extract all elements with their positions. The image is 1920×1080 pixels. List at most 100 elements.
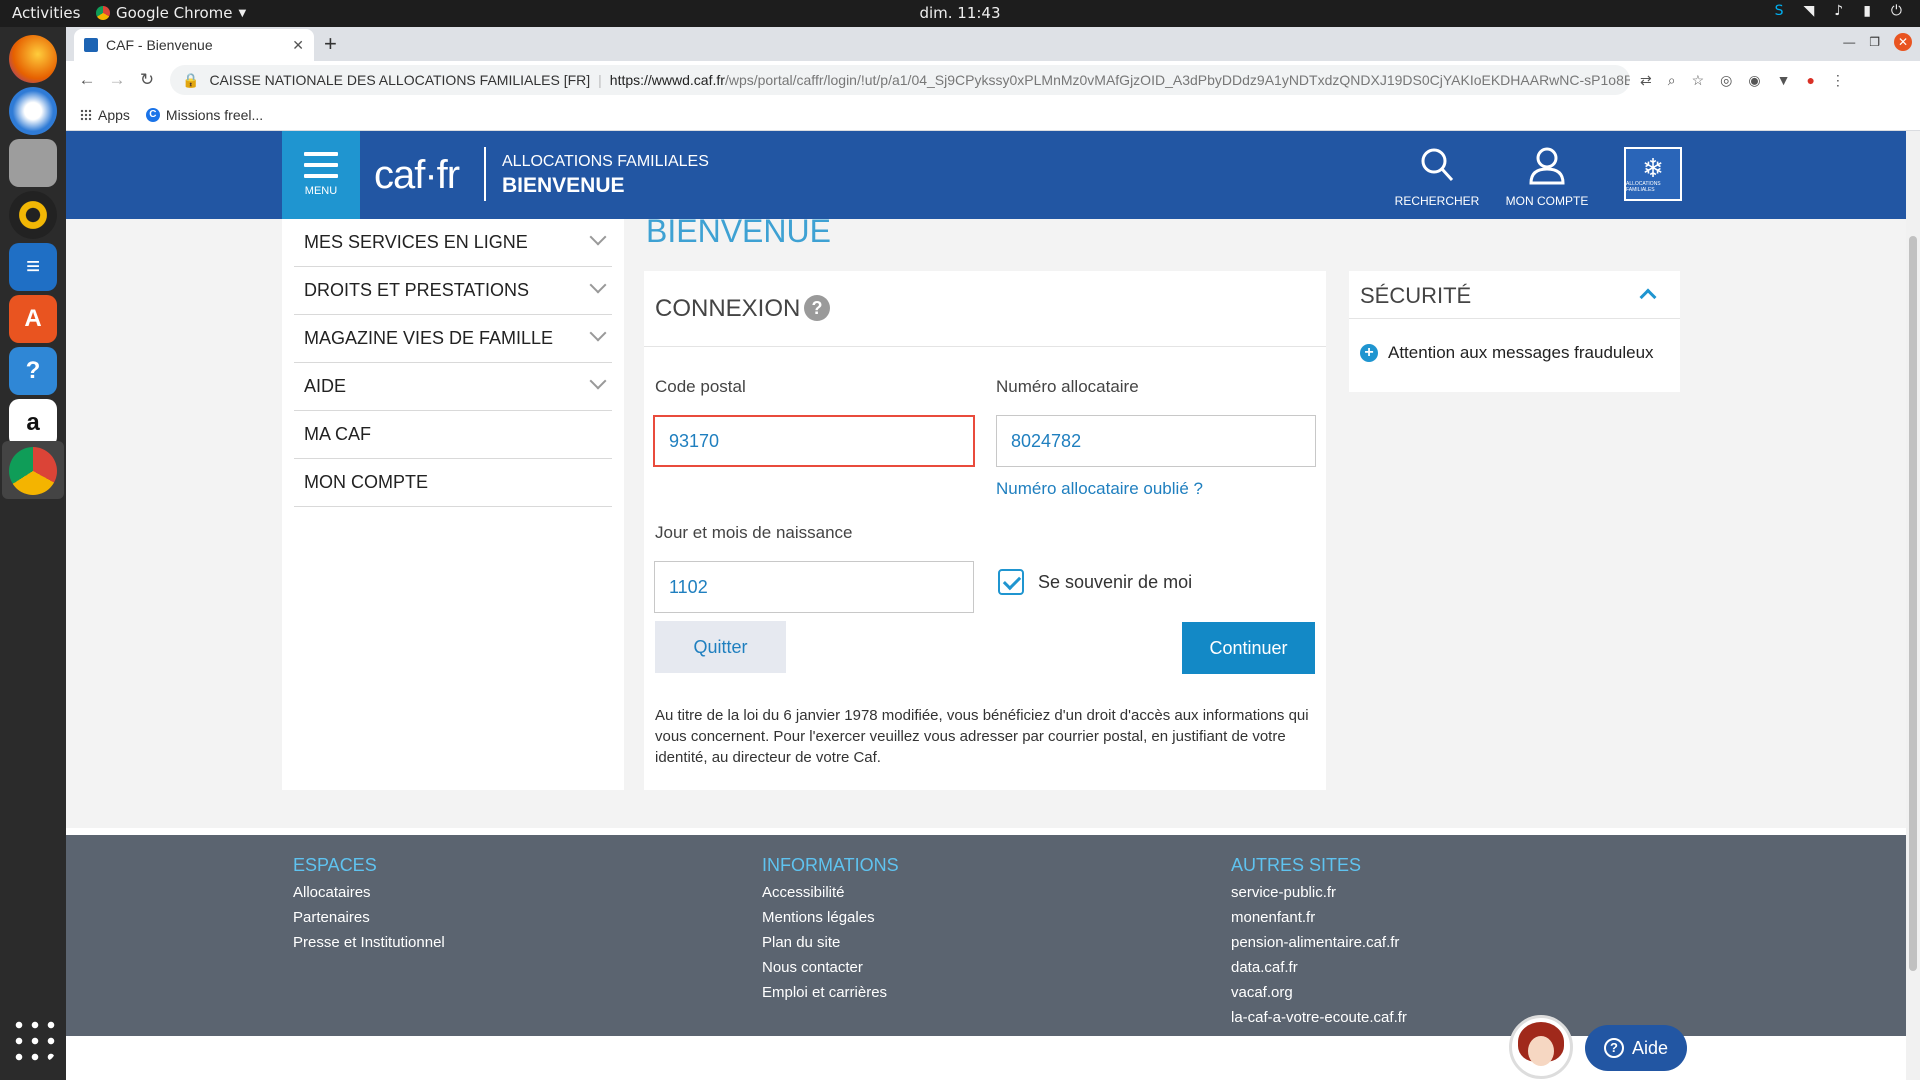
nav-item-aide[interactable]: AIDE (294, 363, 612, 411)
extension-icon[interactable]: ▼ (1777, 72, 1791, 89)
maximize-icon[interactable]: ❐ (1869, 35, 1880, 49)
system-tray[interactable]: S ◥ ♪ ▮ ⏻ (1775, 3, 1902, 19)
software-center-icon[interactable]: A (9, 295, 57, 343)
new-tab-button[interactable]: + (324, 31, 337, 57)
search-label: RECHERCHER (1394, 194, 1480, 208)
scrollbar-thumb[interactable] (1909, 236, 1917, 971)
writer-icon[interactable]: ≡ (9, 243, 57, 291)
chevron-up-icon[interactable] (1639, 288, 1657, 306)
files-icon[interactable] (9, 139, 57, 187)
site-subtitle: ALLOCATIONS FAMILIALES BIENVENUE (502, 153, 709, 198)
footer-link[interactable]: Plan du site (762, 930, 899, 955)
browser-chrome: CAF - Bienvenue ✕ + — ❐ ✕ ← → ↻ 🔒 CAISSE… (66, 27, 1920, 131)
close-tab-icon[interactable]: ✕ (292, 37, 304, 54)
footer-link[interactable]: Emploi et carrières (762, 980, 899, 1005)
menu-label: MENU (304, 185, 338, 197)
assistant-avatar[interactable] (1509, 1015, 1573, 1079)
account-button[interactable]: MON COMPTE (1502, 145, 1592, 208)
caf-logo[interactable]: caf·fr (374, 153, 460, 198)
forward-icon[interactable]: → (102, 70, 132, 90)
forgot-number-link[interactable]: Numéro allocataire oublié ? (996, 479, 1203, 499)
translate-icon[interactable]: ⇄ (1640, 72, 1652, 89)
bookmark-favicon-icon: C (145, 107, 160, 122)
footer-link[interactable]: Mentions légales (762, 905, 899, 930)
footer-link[interactable]: Accessibilité (762, 880, 899, 905)
remember-me-checkbox[interactable]: Se souvenir de moi (998, 569, 1192, 595)
allocataire-number-input[interactable] (996, 415, 1316, 467)
nav-item-mon-compte[interactable]: MON COMPTE (294, 459, 612, 507)
close-window-icon[interactable]: ✕ (1894, 33, 1912, 51)
footer-link[interactable]: Partenaires (293, 905, 445, 930)
footer-link[interactable]: la-caf-a-votre-ecoute.caf.fr (1231, 1005, 1407, 1030)
site-identity: CAISSE NATIONALE DES ALLOCATIONS FAMILIA… (209, 72, 591, 88)
chevron-down-icon (589, 324, 607, 342)
menu-button[interactable]: MENU (282, 131, 360, 219)
security-panel-header[interactable]: SÉCURITÉ (1349, 271, 1680, 319)
rhythmbox-icon[interactable] (9, 191, 57, 239)
nav-item-ma-caf[interactable]: MA CAF (294, 411, 612, 459)
tab-caf-bienvenue[interactable]: CAF - Bienvenue ✕ (74, 29, 314, 61)
profile-avatar-icon[interactable]: ● (1806, 72, 1814, 89)
nav-item-label: DROITS ET PRESTATIONS (304, 280, 530, 300)
extension-icon[interactable]: ◉ (1748, 72, 1760, 89)
battery-icon[interactable]: ▮ (1863, 3, 1871, 19)
birth-date-label: Jour et mois de naissance (655, 523, 853, 542)
nav-item-label: MES SERVICES EN LIGNE (304, 232, 528, 252)
reload-icon[interactable]: ↻ (132, 70, 162, 90)
search-button[interactable]: RECHERCHER (1392, 145, 1482, 208)
system-top-bar: Activities Google Chrome ▼ dim. 11:43 S … (0, 0, 1920, 27)
star-icon[interactable]: ☆ (1692, 72, 1705, 89)
amazon-icon[interactable]: a (9, 399, 57, 447)
quit-button[interactable]: Quitter (655, 621, 786, 673)
help-chat-button[interactable]: ? Aide (1585, 1025, 1687, 1071)
bookmark-missions[interactable]: C Missions freel... (145, 107, 263, 123)
address-bar[interactable]: 🔒 CAISSE NATIONALE DES ALLOCATIONS FAMIL… (170, 65, 1630, 95)
power-icon[interactable]: ⏻ (1891, 3, 1902, 19)
tab-title: CAF - Bienvenue (106, 37, 213, 53)
help-icon[interactable]: ? (9, 347, 57, 395)
footer-link[interactable]: service-public.fr (1231, 880, 1407, 905)
extension-icon[interactable]: ◎ (1720, 72, 1732, 89)
footer-column-autres-sites: AUTRES SITES service-public.fr monenfant… (1231, 855, 1407, 1030)
chrome-icon[interactable] (9, 447, 57, 495)
thunderbird-icon[interactable] (9, 87, 57, 135)
wifi-icon[interactable]: ◥ (1803, 3, 1814, 19)
nav-item-droits[interactable]: DROITS ET PRESTATIONS (294, 267, 612, 315)
help-icon[interactable]: ? (804, 295, 830, 321)
birth-date-input[interactable] (654, 561, 974, 613)
apps-grid-icon (80, 108, 92, 121)
checkbox-checked-icon[interactable] (998, 569, 1024, 595)
lock-icon[interactable]: 🔒 (182, 72, 199, 89)
legal-notice: Au titre de la loi du 6 janvier 1978 mod… (655, 707, 1309, 766)
footer-link[interactable]: data.caf.fr (1231, 955, 1407, 980)
back-icon[interactable]: ← (72, 70, 102, 90)
footer-link[interactable]: Allocataires (293, 880, 445, 905)
show-applications-icon[interactable] (11, 1017, 55, 1061)
fraud-warning-link[interactable]: + Attention aux messages frauduleux (1360, 343, 1654, 363)
login-title: CONNEXION (655, 295, 801, 322)
footer-link[interactable]: Nous contacter (762, 955, 899, 980)
footer-link[interactable]: monenfant.fr (1231, 905, 1407, 930)
nav-item-label: AIDE (304, 376, 347, 396)
footer-link[interactable]: Presse et Institutionnel (293, 930, 445, 955)
page-scrollbar[interactable] (1906, 131, 1920, 1080)
postal-code-input[interactable] (653, 415, 975, 467)
skype-icon[interactable]: S (1775, 3, 1784, 19)
clock[interactable]: dim. 11:43 (0, 4, 1920, 22)
bookmarks-bar: Apps C Missions freel... (66, 99, 1920, 131)
zoom-icon[interactable]: ⌕ (1668, 72, 1676, 89)
more-menu-icon[interactable]: ⋮ (1831, 72, 1845, 89)
window-controls: — ❐ ✕ (1843, 33, 1912, 51)
caf-brand-logo[interactable]: ❄ ALLOCATIONS FAMILIALES (1624, 147, 1682, 201)
minimize-icon[interactable]: — (1843, 35, 1855, 49)
continue-button[interactable]: Continuer (1182, 622, 1315, 674)
bookmark-apps[interactable]: Apps (80, 107, 130, 123)
footer-link[interactable]: pension-alimentaire.caf.fr (1231, 930, 1407, 955)
footer-heading: INFORMATIONS (762, 855, 899, 875)
firefox-icon[interactable] (9, 35, 57, 83)
volume-icon[interactable]: ♪ (1834, 3, 1843, 19)
nav-item-services[interactable]: MES SERVICES EN LIGNE (294, 219, 612, 267)
bookmark-label: Apps (98, 106, 130, 123)
footer-link[interactable]: vacaf.org (1231, 980, 1407, 1005)
nav-item-magazine[interactable]: MAGAZINE VIES DE FAMILLE (294, 315, 612, 363)
